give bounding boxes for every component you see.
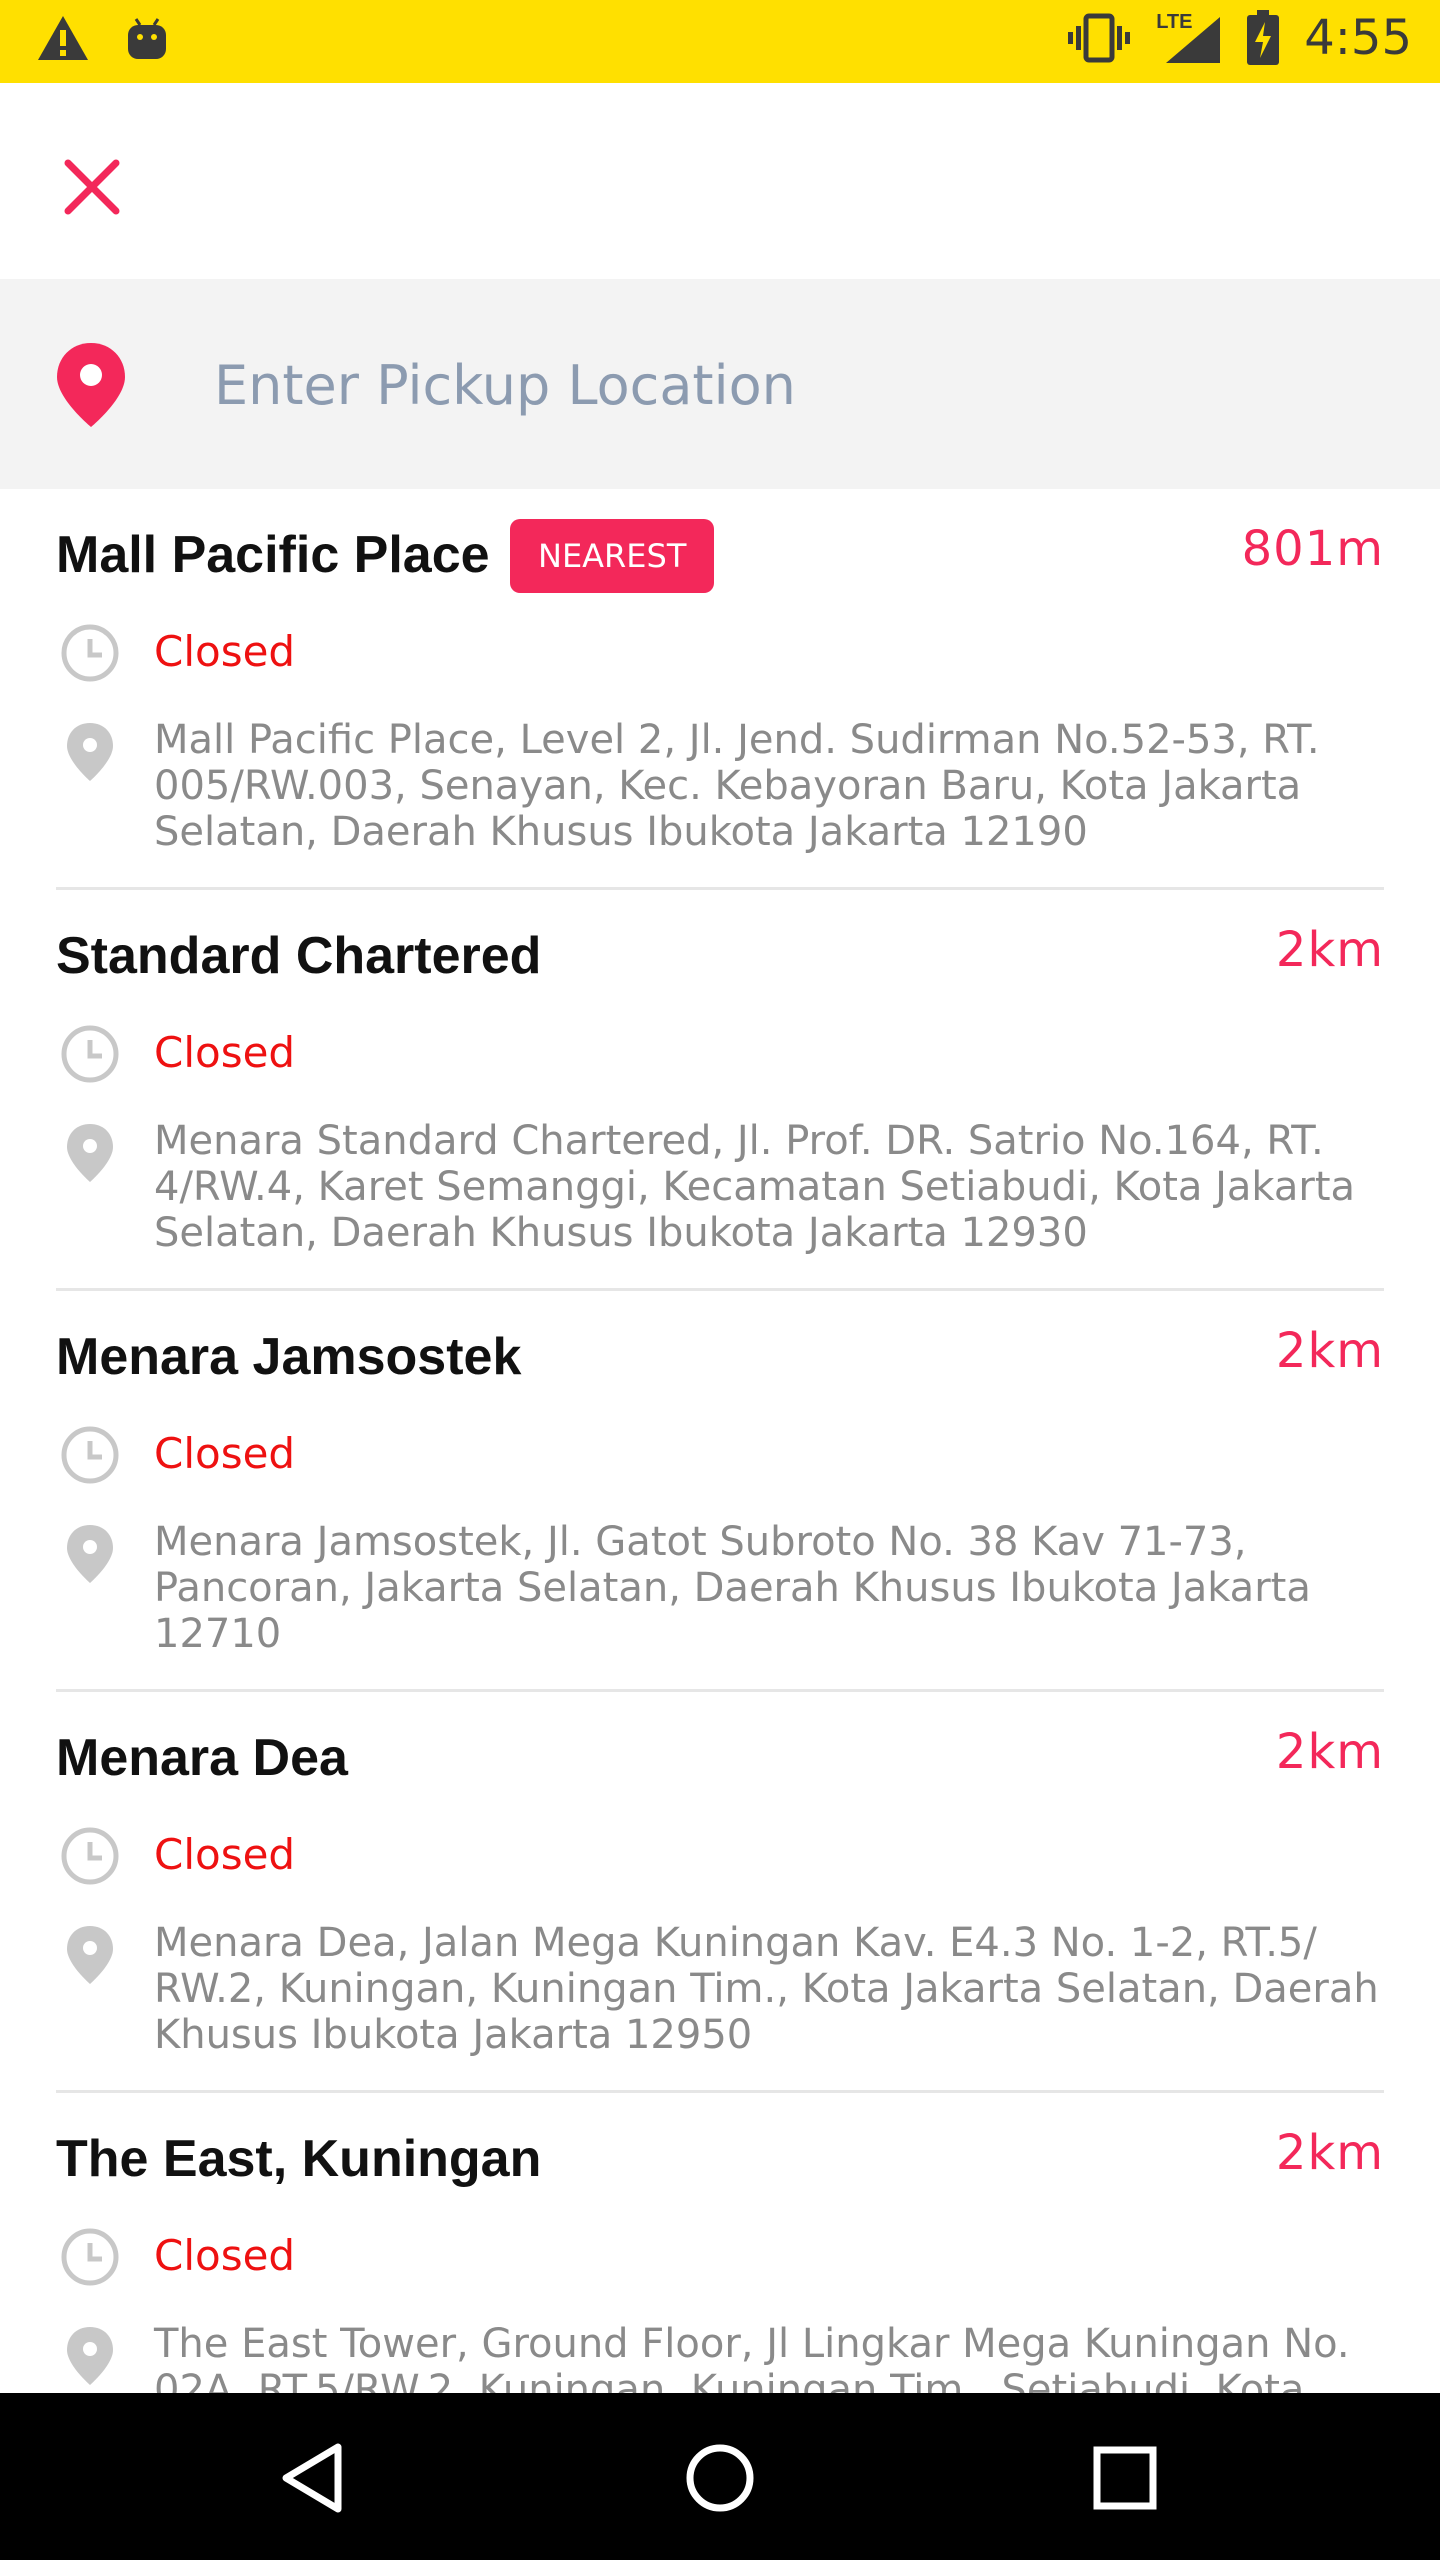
vibrate-icon [1068, 13, 1131, 63]
clock-icon [61, 624, 119, 682]
clock-time: 4:55 [1304, 10, 1412, 66]
location-address: Menara Dea, Jalan Mega Kuningan Kav. E4.… [154, 1920, 1379, 2058]
close-button[interactable] [52, 147, 132, 227]
location-distance: 2km [1275, 922, 1384, 978]
recents-button[interactable] [1080, 2433, 1170, 2523]
battery-charging-icon [1247, 10, 1280, 65]
android-icon [128, 18, 166, 59]
clock-icon [61, 1426, 119, 1484]
clock-icon [61, 1025, 119, 1083]
location-name: The East, Kuningan [56, 2130, 542, 2188]
nearest-badge: NEAREST [510, 519, 715, 593]
status-bar: LTE 4:55 [0, 0, 1440, 83]
clock-icon [61, 1827, 119, 1885]
location-name: Mall Pacific Place [56, 526, 490, 584]
home-icon [686, 2444, 754, 2512]
location-address: Menara Jamsostek, Jl. Gatot Subroto No. … [154, 1519, 1311, 1657]
address-pin-icon [67, 1525, 113, 1583]
location-distance: 2km [1275, 2125, 1384, 2181]
pickup-search-bar [0, 279, 1440, 489]
clock-icon [61, 2228, 119, 2286]
header [0, 83, 1440, 279]
lte-signal-icon: LTE [1156, 11, 1222, 65]
address-pin-icon [67, 723, 113, 781]
pickup-location-input[interactable] [214, 337, 1374, 433]
location-address: The East Tower, Ground Floor, Jl Lingkar… [154, 2321, 1350, 2393]
location-distance: 2km [1275, 1724, 1384, 1780]
location-name: Standard Chartered [56, 927, 542, 985]
location-address: Mall Pacific Place, Level 2, Jl. Jend. S… [154, 717, 1320, 855]
opening-status: Closed [154, 627, 296, 676]
opening-status: Closed [154, 2231, 296, 2280]
home-button[interactable] [675, 2433, 765, 2523]
location-item[interactable]: The East, Kuningan 2km Closed The East T… [56, 2093, 1384, 2393]
navigation-bar [0, 2393, 1440, 2560]
recents-icon [1093, 2446, 1157, 2510]
location-name: Menara Jamsostek [56, 1328, 522, 1386]
address-pin-icon [67, 1926, 113, 1984]
opening-status: Closed [154, 1429, 296, 1478]
opening-status: Closed [154, 1830, 296, 1879]
location-item[interactable]: Standard Chartered 2km Closed Menara Sta… [56, 890, 1384, 1291]
close-icon [64, 159, 120, 215]
location-list: Mall Pacific Place NEAREST 801m Closed M… [0, 489, 1440, 2393]
warning-icon [38, 16, 88, 60]
location-item[interactable]: Menara Jamsostek 2km Closed Menara Jamso… [56, 1291, 1384, 1692]
back-button[interactable] [272, 2433, 362, 2523]
address-pin-icon [67, 1124, 113, 1182]
address-pin-icon [67, 2327, 113, 2385]
location-item[interactable]: Mall Pacific Place NEAREST 801m Closed M… [56, 489, 1384, 890]
back-icon [282, 2443, 342, 2513]
location-pin-icon [57, 343, 125, 427]
location-item[interactable]: Menara Dea 2km Closed Menara Dea, Jalan … [56, 1692, 1384, 2093]
location-name: Menara Dea [56, 1729, 348, 1787]
location-distance: 801m [1241, 521, 1384, 577]
opening-status: Closed [154, 1028, 296, 1077]
location-address: Menara Standard Chartered, Jl. Prof. DR.… [154, 1118, 1356, 1256]
location-distance: 2km [1275, 1323, 1384, 1379]
